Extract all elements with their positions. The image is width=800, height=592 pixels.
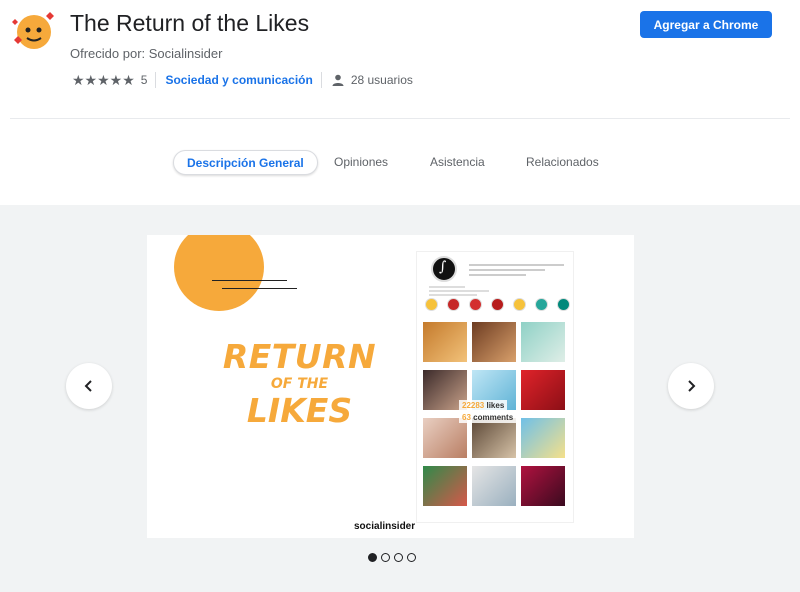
chevron-left-icon — [84, 380, 92, 392]
comments-label: comments — [473, 413, 514, 422]
meta-row: ★★★★★ 5 Sociedad y comunicación 28 usuar… — [72, 71, 413, 89]
post-thumbnail — [521, 370, 565, 410]
carousel-dot[interactable] — [407, 553, 416, 562]
tab-overview[interactable]: Descripción General — [173, 150, 318, 175]
tab-bar: Descripción General Opiniones Asistencia… — [0, 150, 800, 176]
carousel-dot[interactable] — [394, 553, 403, 562]
chevron-right-icon — [688, 380, 696, 392]
meta-divider — [320, 72, 322, 88]
extension-title: The Return of the Likes — [70, 10, 310, 36]
tab-related[interactable]: Relacionados — [526, 150, 599, 175]
comments-overlay: 63 comments — [459, 412, 517, 423]
post-thumbnail — [423, 466, 467, 506]
post-thumbnail — [521, 466, 565, 506]
likes-overlay: 22283 likes — [459, 400, 508, 411]
rating-count[interactable]: 5 — [141, 73, 148, 87]
profile-bio — [429, 286, 549, 298]
screenshot-gallery: RETURN OF THE LIKES ∫ 22283 likes 63 com… — [0, 205, 800, 592]
category-link[interactable]: Sociedad y comunicación — [165, 73, 312, 87]
post-thumbnail — [472, 322, 516, 362]
users-count: 28 usuarios — [331, 73, 413, 87]
post-thumbnail — [472, 466, 516, 506]
extension-logo-icon — [12, 12, 54, 49]
post-thumbnail — [521, 322, 565, 362]
slide-headline-line3: LIKES — [246, 391, 353, 430]
tab-reviews[interactable]: Opiniones — [334, 150, 388, 175]
instagram-profile-mockup: ∫ 22283 likes 63 comments — [416, 251, 574, 523]
post-thumbnail — [472, 418, 516, 458]
tab-support[interactable]: Asistencia — [430, 150, 485, 175]
meta-divider — [155, 72, 157, 88]
carousel-dot[interactable] — [368, 553, 377, 562]
add-to-chrome-button[interactable]: Agregar a Chrome — [640, 11, 772, 38]
profile-stats — [469, 264, 564, 284]
comments-count: 63 — [462, 413, 471, 422]
header-divider — [10, 118, 790, 119]
socialinsider-logo: socialinsider — [354, 521, 416, 532]
users-label: 28 usuarios — [350, 73, 413, 87]
post-thumbnail — [521, 418, 565, 458]
decorative-line — [212, 280, 287, 281]
carousel-dot[interactable] — [381, 553, 390, 562]
carousel-prev-button[interactable] — [66, 363, 112, 409]
slide-headline: RETURN OF THE LIKES — [207, 339, 392, 429]
user-icon — [332, 74, 344, 86]
carousel-next-button[interactable] — [668, 363, 714, 409]
gallery-slide: RETURN OF THE LIKES ∫ 22283 likes 63 com… — [147, 235, 634, 538]
extension-header: The Return of the Likes Ofrecido por: So… — [0, 0, 800, 120]
likes-count: 22283 — [462, 401, 485, 410]
likes-label: likes — [486, 401, 505, 410]
post-thumbnail — [423, 322, 467, 362]
decorative-circle — [174, 235, 264, 311]
profile-logo-icon: ∫ — [439, 259, 447, 275]
post-thumbnail — [423, 418, 467, 458]
decorative-line — [222, 288, 297, 289]
offered-by[interactable]: Ofrecido por: Socialinsider — [70, 46, 222, 61]
rating-stars[interactable]: ★★★★★ — [72, 72, 135, 89]
carousel-dots — [368, 553, 416, 562]
slide-headline-line1: RETURN — [222, 337, 377, 376]
story-highlights — [425, 298, 570, 311]
